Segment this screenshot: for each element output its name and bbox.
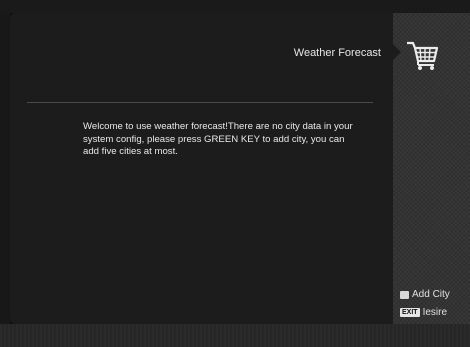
green-key-icon xyxy=(400,290,409,299)
top-frame xyxy=(0,0,470,13)
exit-key-icon: EXIT xyxy=(400,308,420,317)
weather-forecast-screen: Weather Forecast Welcome to use weather … xyxy=(0,0,470,347)
exit-hint[interactable]: EXIT Iesire xyxy=(400,307,447,318)
selection-arrow xyxy=(393,44,401,60)
left-frame xyxy=(0,13,10,324)
title-divider xyxy=(27,102,373,103)
add-city-label: Add City xyxy=(412,289,450,300)
info-message: Welcome to use weather forecast!There ar… xyxy=(83,121,353,157)
bottom-frame xyxy=(0,324,470,347)
page-title: Weather Forecast xyxy=(293,47,381,59)
add-city-hint[interactable]: Add City xyxy=(400,289,450,300)
shopping-cart-icon xyxy=(407,41,439,70)
main-panel: Weather Forecast Welcome to use weather … xyxy=(10,13,393,324)
exit-label: Iesire xyxy=(422,307,448,318)
